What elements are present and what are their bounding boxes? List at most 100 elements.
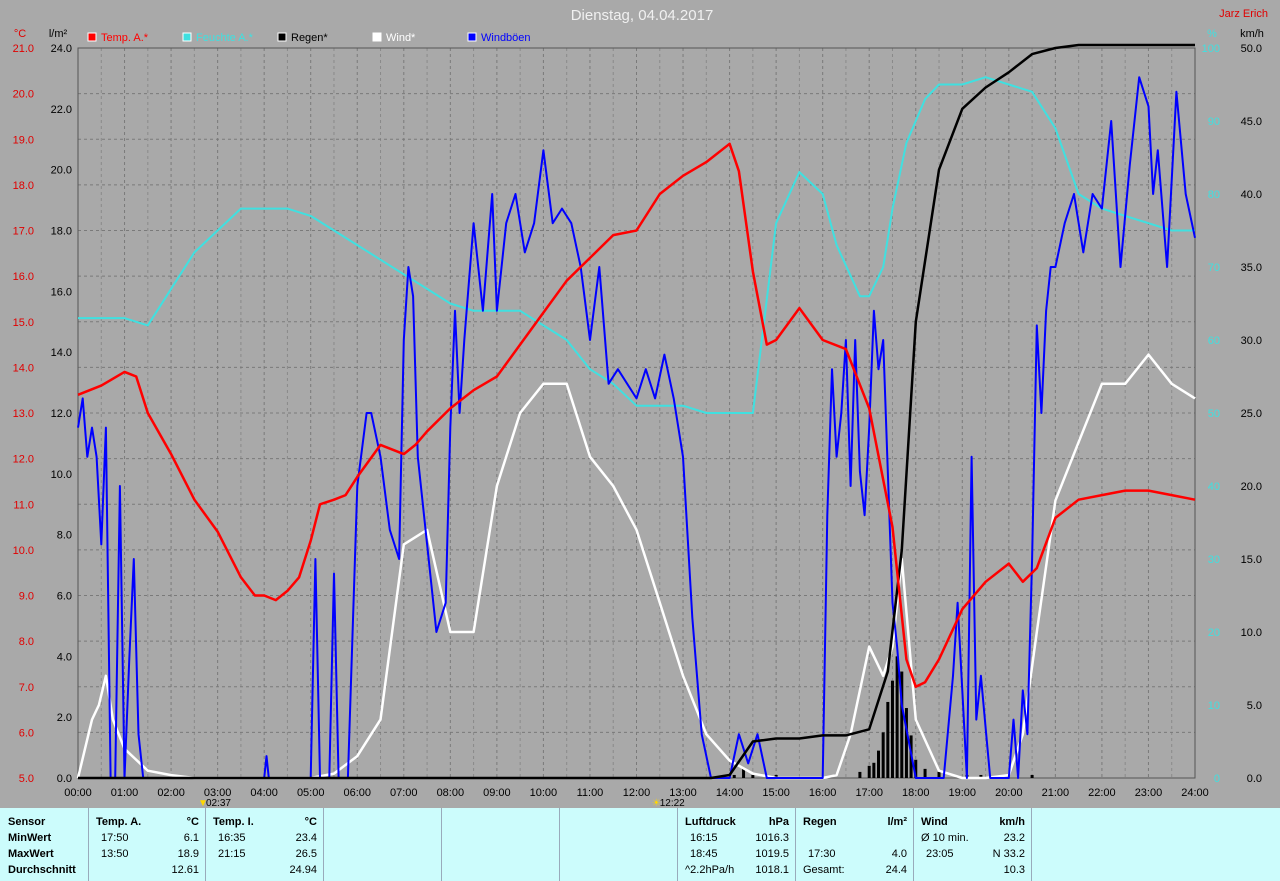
- x-tick-label: 08:00: [437, 787, 465, 799]
- stats-rain-total-label: Gesamt:: [803, 864, 845, 876]
- humidity-tick-label: 30: [1208, 554, 1220, 566]
- weather-chart: Dienstag, 04.04.2017 Jarz Erich °C l/m² …: [0, 0, 1280, 808]
- humidity-tick-label: 20: [1208, 627, 1220, 639]
- stats-header-temp-a: Temp. A.: [96, 816, 142, 828]
- stats-col-pressure: Luftdruck hPa 16:15 1016.3 18:45 1019.5 …: [677, 808, 796, 881]
- wind-tick-label: 15.0: [1241, 554, 1262, 566]
- stats-temp-a-avg-value: 12.61: [171, 864, 199, 876]
- x-tick-label: 21:00: [1042, 787, 1070, 799]
- humidity-tick-label: 70: [1208, 262, 1220, 274]
- x-tick-label: 23:00: [1135, 787, 1163, 799]
- stats-col-rain: Regen l/m² 17:30 4.0 Gesamt: 24.4: [795, 808, 914, 881]
- temp-tick-label: 18.0: [13, 180, 34, 192]
- rain-bar: [877, 750, 881, 778]
- temp-tick-label: 12.0: [13, 454, 34, 466]
- legend-swatch: [277, 32, 287, 42]
- rain-bar: [895, 656, 899, 778]
- humidity-tick-label: 90: [1208, 116, 1220, 128]
- stats-pressure-max-time: 18:45: [690, 848, 718, 860]
- x-tick-label: 01:00: [111, 787, 139, 799]
- stats-wind-avg-value: 10.3: [1003, 864, 1025, 876]
- x-tick-label: 17:00: [855, 787, 883, 799]
- temp-tick-label: 11.0: [13, 499, 34, 511]
- wind-tick-label: 10.0: [1241, 627, 1262, 639]
- stats-row-label-avg: Durchschnitt: [8, 864, 76, 876]
- temp-tick-label: 6.0: [19, 727, 34, 739]
- legend-label: Windböen: [481, 32, 531, 44]
- stats-row-label-min: MinWert: [8, 832, 52, 844]
- stats-pressure-max-value: 1019.5: [755, 848, 789, 860]
- wind-tick-label: 25.0: [1241, 408, 1262, 420]
- stats-header-pressure-unit: hPa: [768, 816, 789, 828]
- rain-bar: [923, 768, 927, 778]
- rain-bar: [732, 774, 736, 778]
- rain-bar: [1030, 774, 1034, 778]
- stats-wind-max-time: 23:05: [926, 848, 954, 860]
- humidity-tick-label: 0: [1214, 773, 1220, 785]
- stats-wind-avg10-value: 23.2: [1003, 832, 1025, 844]
- x-tick-label: 22:00: [1088, 787, 1116, 799]
- x-tick-label: 11:00: [577, 787, 604, 799]
- humidity-tick-label: 50: [1208, 408, 1220, 420]
- x-tick-label: 16:00: [809, 787, 837, 799]
- temp-axis-unit: °C: [14, 28, 26, 40]
- stats-col-empty-2: [441, 808, 560, 881]
- rain-tick-label: 16.0: [51, 286, 72, 298]
- x-tick-label: 04:00: [250, 787, 278, 799]
- rain-bar: [886, 701, 890, 778]
- stats-temp-a-max-value: 18.9: [177, 848, 199, 860]
- wind-tick-label: 45.0: [1241, 116, 1262, 128]
- stats-panel: Sensor MinWert MaxWert Durchschnitt Temp…: [0, 808, 1280, 881]
- legend-swatch: [182, 32, 192, 42]
- stats-header-rain-unit: l/m²: [887, 816, 907, 828]
- x-tick-label: 09:00: [483, 787, 511, 799]
- rain-axis-unit: l/m²: [49, 28, 68, 40]
- humidity-tick-label: 100: [1202, 43, 1220, 55]
- rain-bar: [890, 680, 894, 778]
- x-tick-label: 07:00: [390, 787, 418, 799]
- stats-header-sensor: Sensor: [8, 816, 46, 828]
- stats-temp-a-min-value: 6.1: [183, 832, 199, 844]
- x-tick-label: 00:00: [64, 787, 92, 799]
- x-tick-label: 14:00: [716, 787, 744, 799]
- rain-bar: [858, 771, 862, 778]
- rain-tick-label: 18.0: [51, 226, 72, 238]
- wind-tick-label: 50.0: [1241, 43, 1262, 55]
- wind-tick-label: 20.0: [1241, 481, 1262, 493]
- stats-header-wind-unit: km/h: [999, 816, 1025, 828]
- humidity-tick-label: 10: [1208, 700, 1220, 712]
- legend-label: Regen*: [291, 32, 328, 44]
- stats-col-sensor: Sensor MinWert MaxWert Durchschnitt: [0, 808, 88, 881]
- temp-tick-label: 5.0: [19, 773, 34, 785]
- x-tick-label: 12:00: [623, 787, 651, 799]
- x-tick-label: 15:00: [762, 787, 790, 799]
- stats-temp-i-min-value: 23.4: [295, 832, 317, 844]
- stats-pressure-min-value: 1016.3: [755, 832, 789, 844]
- legend-label: Wind*: [386, 32, 416, 44]
- x-tick-label: 10:00: [530, 787, 558, 799]
- stats-header-rain: Regen: [803, 816, 837, 828]
- x-tick-label: 02:00: [157, 787, 185, 799]
- stats-temp-i-avg-value: 24.94: [289, 864, 317, 876]
- stats-wind-avg10-label: Ø 10 min.: [921, 832, 969, 844]
- rain-bar: [867, 765, 871, 778]
- rain-tick-label: 20.0: [51, 165, 72, 177]
- wind-axis-unit: km/h: [1240, 28, 1264, 40]
- legend-swatch: [87, 32, 97, 42]
- stats-rain-max-value: 4.0: [891, 848, 907, 860]
- wind-tick-label: 40.0: [1241, 189, 1262, 201]
- legend-label: Temp. A.*: [101, 32, 149, 44]
- wind-tick-label: 30.0: [1241, 335, 1262, 347]
- temp-tick-label: 14.0: [13, 362, 34, 374]
- legend-label: Feuchte A.*: [196, 32, 254, 44]
- legend-swatch: [372, 32, 382, 42]
- rain-tick-label: 12.0: [51, 408, 72, 420]
- stats-header-pressure: Luftdruck: [685, 816, 736, 828]
- rain-bar: [872, 762, 876, 778]
- stats-header-temp-i-unit: °C: [304, 816, 317, 828]
- rain-tick-label: 24.0: [51, 43, 72, 55]
- temp-tick-label: 16.0: [13, 271, 34, 283]
- rain-tick-label: 14.0: [51, 347, 72, 359]
- rain-tick-label: 0.0: [57, 773, 72, 785]
- marker-time: 02:37: [206, 798, 231, 808]
